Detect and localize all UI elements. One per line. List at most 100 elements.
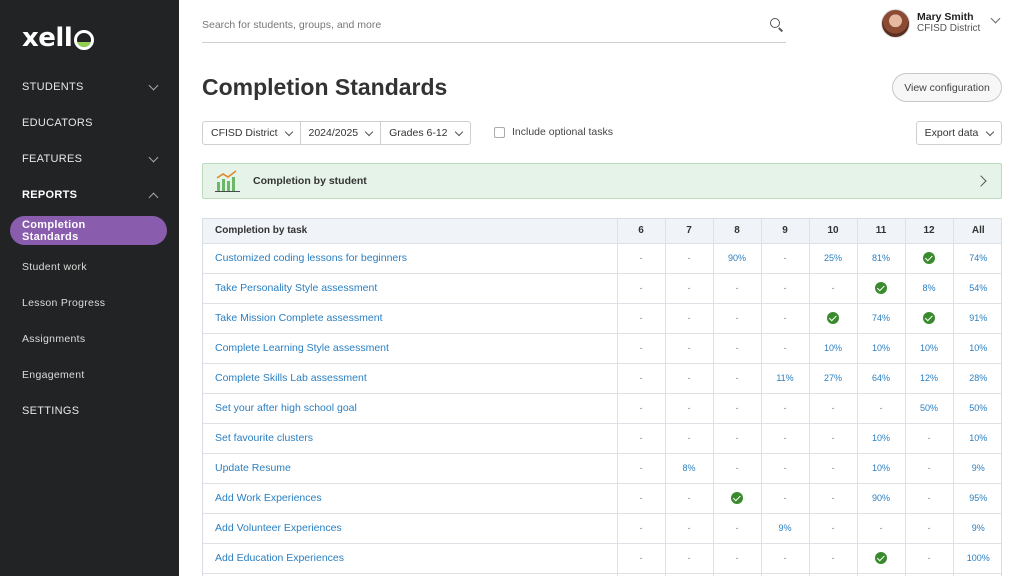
completion-cell: - — [617, 543, 666, 574]
search-icon[interactable] — [770, 18, 784, 32]
sidebar-item-students[interactable]: STUDENTS — [0, 69, 179, 105]
table-row: Take Mission Complete assessment - - - -74% 9… — [203, 303, 1001, 334]
completion-cell[interactable]: 8% — [665, 453, 714, 484]
completion-cell[interactable]: 50% — [905, 393, 954, 424]
table-row: Complete Skills Lab assessment - - -11% 27% 6… — [203, 363, 1001, 394]
completion-cell[interactable]: 64% — [857, 363, 906, 394]
search-bar[interactable]: Search for students, groups, and more — [202, 8, 786, 43]
completion-cell: - — [905, 543, 954, 574]
task-link[interactable]: Complete Learning Style assessment — [203, 333, 618, 364]
avatar[interactable] — [881, 8, 910, 38]
completion-cell: - — [665, 393, 714, 424]
completion-cell[interactable]: 91% — [953, 303, 1001, 334]
completion-cell: - — [713, 393, 762, 424]
sidebar-item-features[interactable]: FEATURES — [0, 141, 179, 177]
table-header-row: Completion by task 6 7 8 9 10 11 12 All — [203, 219, 1001, 244]
xello-logo[interactable]: xell — [22, 20, 95, 56]
completion-cell: - — [665, 363, 714, 394]
completion-cell: - — [857, 513, 906, 544]
completion-cell[interactable]: 9% — [953, 513, 1001, 544]
sidebar-item-reports[interactable]: REPORTS — [0, 177, 179, 213]
sidebar-item-label: FEATURES — [22, 153, 83, 165]
task-link[interactable]: Take Personality Style assessment — [203, 273, 618, 304]
completion-cell[interactable]: 74% — [953, 243, 1001, 274]
completion-cell[interactable]: 10% — [857, 423, 906, 454]
task-link[interactable]: Add Education Experiences — [203, 543, 618, 574]
completion-cell: - — [761, 273, 810, 304]
completion-cell: - — [905, 483, 954, 514]
completion-by-student-banner[interactable]: Completion by student — [202, 163, 1002, 199]
table-row: Add Volunteer Experiences - - -9% - - -9% — [203, 513, 1001, 544]
completion-cell[interactable]: 28% — [953, 363, 1001, 394]
complete-check-cell — [809, 303, 858, 334]
chevron-down-icon[interactable] — [990, 13, 1001, 23]
export-data-label: Export data — [924, 127, 979, 139]
completion-cell[interactable]: 27% — [809, 363, 858, 394]
completion-cell[interactable]: 10% — [953, 423, 1001, 454]
sidebar-item-educators[interactable]: EDUCATORS — [0, 105, 179, 141]
column-header-grade: 6 — [617, 219, 666, 244]
completion-cell: - — [617, 453, 666, 484]
task-link[interactable]: Set favourite clusters — [203, 423, 618, 454]
completion-cell[interactable]: 90% — [713, 243, 762, 274]
include-optional-toggle[interactable]: Include optional tasks — [494, 126, 613, 138]
column-header-grade: All — [953, 219, 1001, 244]
chevron-down-icon — [364, 127, 374, 136]
sidebar-item-assignments[interactable]: Assignments — [0, 321, 179, 357]
completion-cell: - — [905, 453, 954, 484]
completion-cell: - — [713, 363, 762, 394]
completion-cell[interactable]: 10% — [905, 333, 954, 364]
search-input[interactable]: Search for students, groups, and more — [202, 19, 381, 31]
completion-cell[interactable]: 8% — [905, 273, 954, 304]
completion-cell[interactable]: 9% — [953, 453, 1001, 484]
completion-cell: - — [713, 333, 762, 364]
check-circle-icon — [875, 552, 887, 564]
district-select[interactable]: CFISD District — [203, 122, 301, 144]
completion-cell[interactable]: 25% — [809, 243, 858, 274]
completion-cell[interactable]: 100% — [953, 543, 1001, 574]
grades-select[interactable]: Grades 6-12 — [381, 122, 469, 144]
completion-cell[interactable]: 11% — [761, 363, 810, 394]
task-link[interactable]: Complete Skills Lab assessment — [203, 363, 618, 394]
sidebar-item-settings[interactable]: SETTINGS — [0, 393, 179, 429]
completion-cell[interactable]: 12% — [905, 363, 954, 394]
completion-cell[interactable]: 9% — [761, 513, 810, 544]
completion-cell: - — [617, 243, 666, 274]
include-optional-checkbox[interactable] — [494, 126, 505, 138]
sidebar-item-engagement[interactable]: Engagement — [0, 357, 179, 393]
completion-cell: - — [857, 393, 906, 424]
view-configuration-button[interactable]: View configuration — [892, 73, 1002, 102]
task-link[interactable]: Set your after high school goal — [203, 393, 618, 424]
completion-cell: - — [665, 333, 714, 364]
user-menu[interactable]: Mary Smith CFISD District — [881, 8, 1001, 38]
task-link[interactable]: Customized coding lessons for beginners — [203, 243, 618, 274]
sidebar-item-student-work[interactable]: Student work — [0, 249, 179, 285]
year-select[interactable]: 2024/2025 — [301, 122, 382, 144]
completion-cell[interactable]: 74% — [857, 303, 906, 334]
completion-cell[interactable]: 10% — [953, 333, 1001, 364]
completion-cell: - — [665, 483, 714, 514]
complete-check-cell — [713, 483, 762, 514]
sidebar: xell STUDENTS EDUCATORS FEATURES REPORTS Com… — [0, 0, 179, 576]
completion-cell[interactable]: 95% — [953, 483, 1001, 514]
task-link[interactable]: Take Mission Complete assessment — [203, 303, 618, 334]
completion-cell[interactable]: 10% — [857, 333, 906, 364]
completion-cell[interactable]: 81% — [857, 243, 906, 274]
table-row: Update Resume -8% - - -10% -9% — [203, 453, 1001, 484]
task-link[interactable]: Add Work Experiences — [203, 483, 618, 514]
completion-cell[interactable]: 50% — [953, 393, 1001, 424]
completion-cell: - — [761, 543, 810, 574]
sidebar-item-lesson-progress[interactable]: Lesson Progress — [0, 285, 179, 321]
check-circle-icon — [923, 312, 935, 324]
completion-cell[interactable]: 90% — [857, 483, 906, 514]
sidebar-item-completion-standards[interactable]: Completion Standards — [10, 216, 167, 245]
completion-cell: - — [713, 453, 762, 484]
sidebar-item-label: Completion Standards — [22, 218, 86, 243]
export-data-button[interactable]: Export data — [916, 121, 1002, 145]
task-link[interactable]: Update Resume — [203, 453, 618, 484]
task-link[interactable]: Add Volunteer Experiences — [203, 513, 618, 544]
completion-cell[interactable]: 54% — [953, 273, 1001, 304]
completion-cell[interactable]: 10% — [857, 453, 906, 484]
check-circle-icon — [827, 312, 839, 324]
completion-cell[interactable]: 10% — [809, 333, 858, 364]
